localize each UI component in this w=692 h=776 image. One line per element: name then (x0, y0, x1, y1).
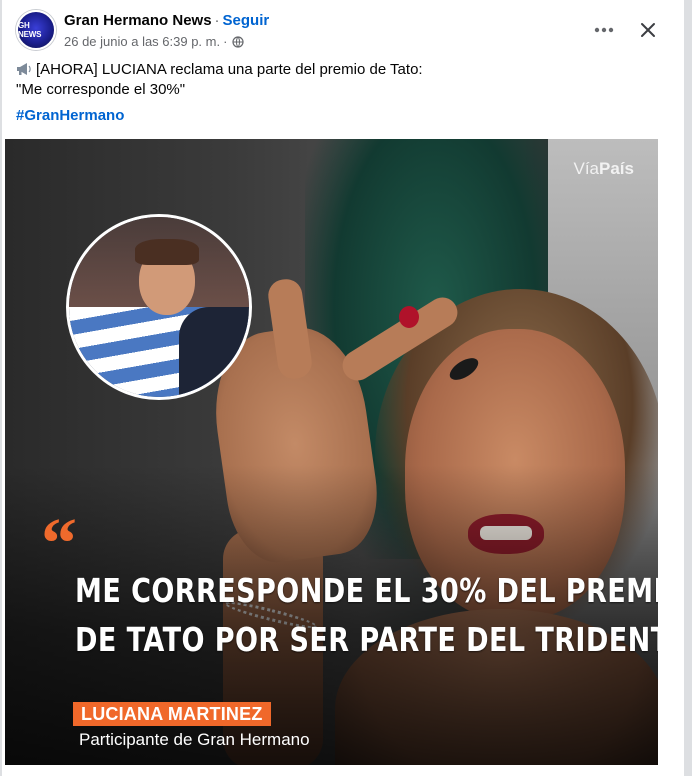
page-avatar[interactable]: GH NEWS (16, 10, 56, 50)
quote-mark: “ (41, 503, 77, 583)
more-options-icon (594, 27, 614, 33)
follow-button[interactable]: Seguir (223, 12, 270, 29)
post-image[interactable]: VíaPaís “ ME CORRESPONDE EL 30% DEL PREM… (5, 139, 658, 765)
megaphone-icon (17, 63, 31, 75)
viapais-watermark: VíaPaís (573, 159, 634, 179)
post-text: [AHORA] LUCIANA reclama una parte del pr… (16, 60, 656, 100)
avatar-text: GH NEWS (18, 21, 42, 39)
close-icon (641, 23, 655, 37)
inset-circle-photo (66, 214, 252, 400)
inset-jacket (179, 307, 249, 397)
quote-line-1: ME CORRESPONDE EL 30% DEL PREMIO (75, 571, 658, 610)
name-tag: LUCIANA MARTINEZ (73, 702, 271, 726)
red-nail (399, 306, 419, 328)
globe-icon (232, 35, 245, 48)
post-text-line-2: "Me corresponde el 30%" (16, 81, 186, 98)
post-timestamp[interactable]: 26 de junio a las 6:39 p. m. (64, 34, 220, 49)
name-separator: · (214, 12, 220, 29)
post-text-content-1: [AHORA] LUCIANA reclama una parte del pr… (36, 61, 423, 78)
hashtag-link[interactable]: #GranHermano (16, 107, 124, 124)
role-caption: Participante de Gran Hermano (79, 730, 310, 749)
page-name-link[interactable]: Gran Hermano News (64, 12, 212, 29)
watermark-light: Vía (573, 159, 600, 178)
inset-hair (135, 239, 199, 265)
more-options-button[interactable] (588, 14, 620, 46)
close-button[interactable] (632, 14, 664, 46)
post-text-line-1: [AHORA] LUCIANA reclama una parte del pr… (16, 60, 656, 80)
facebook-post: GH NEWS Gran Hermano News · Seguir 26 de j… (0, 0, 692, 776)
quote-line-2: DE TATO POR SER PARTE DEL TRIDENTE ” (75, 620, 658, 659)
post-meta: 26 de junio a las 6:39 p. m. · (64, 34, 245, 49)
post-header: GH NEWS Gran Hermano News · Seguir 26 de j… (16, 10, 664, 54)
watermark-bold: País (599, 159, 634, 178)
page-name-row: Gran Hermano News · Seguir (64, 12, 269, 29)
meta-separator: · (223, 34, 228, 49)
